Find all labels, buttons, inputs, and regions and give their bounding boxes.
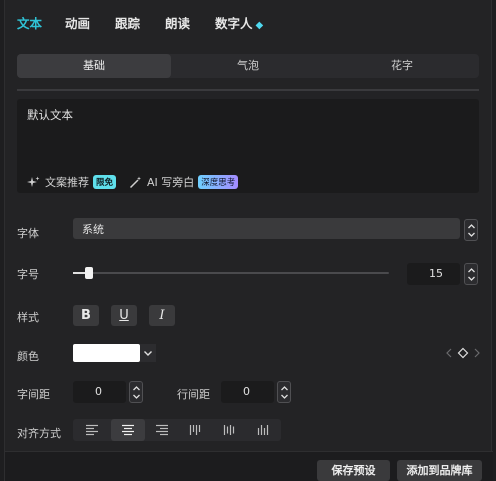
vertical-top-button[interactable] [179,419,213,441]
tab-read-aloud[interactable]: 朗读 [165,13,190,32]
magic-wand-icon [129,176,141,188]
color-label: 颜色 [17,350,39,363]
footer-bar: 保存预设 添加到品牌库 [5,451,493,481]
segment-basic[interactable]: 基础 [17,54,171,78]
tab-digital-human[interactable]: 数字人 ◆ [215,13,263,32]
vertical-top-icon [189,425,201,435]
line-spacing-stepper[interactable] [277,381,291,403]
keyframe-icon [446,347,480,359]
ai-narration-label: AI 写旁白 [147,176,195,189]
chevron-down-icon [144,351,152,356]
tab-text[interactable]: 文本 [17,13,42,32]
deep-thinking-badge: 深度思考 [198,175,239,189]
vertical-center-icon [223,425,235,435]
letter-spacing-input[interactable]: 0 [73,381,126,403]
tab-bar: 文本 动画 跟踪 朗读 数字人 ◆ [5,0,493,44]
style-segment-control: 基础 气泡 花字 [17,54,479,78]
bold-button[interactable]: B [73,305,99,326]
italic-button[interactable]: I [149,305,175,326]
font-size-stepper[interactable] [464,263,478,285]
font-value: 系统 [82,223,104,236]
divider [17,89,479,91]
up-down-chevron-icon [468,224,475,237]
font-size-label: 字号 [17,268,39,281]
tab-animation[interactable]: 动画 [65,13,90,32]
sparkle-icon [27,176,40,187]
save-preset-button[interactable]: 保存预设 [317,460,390,481]
font-size-slider-thumb[interactable] [84,267,93,279]
alignment-label: 对齐方式 [17,427,61,440]
tab-tracking[interactable]: 跟踪 [115,13,140,32]
up-down-chevron-icon [281,386,288,399]
copy-recommend-label: 文案推荐 [45,176,89,189]
color-dropdown[interactable] [140,344,156,362]
letter-spacing-value: 0 [95,385,102,398]
alignment-button-group [73,419,281,441]
free-badge: 限免 [93,175,117,189]
tab-digital-human-label: 数字人 [215,16,253,31]
font-size-slider[interactable] [73,272,389,274]
color-swatch[interactable] [73,344,140,362]
align-center-button[interactable] [111,419,145,441]
ai-narration-button[interactable]: AI 写旁白 深度思考 [129,174,239,190]
style-label: 样式 [17,311,39,324]
add-to-brand-library-button[interactable]: 添加到品牌库 [397,460,482,481]
vertical-center-button[interactable] [213,419,247,441]
diamond-icon: ◆ [255,20,264,31]
segment-fancy-text[interactable]: 花字 [325,54,479,78]
underline-button[interactable]: U [111,305,137,326]
letter-spacing-stepper[interactable] [129,381,143,403]
font-select-arrows[interactable] [464,219,478,241]
up-down-chevron-icon [468,268,475,281]
line-spacing-label: 行间距 [177,388,210,401]
text-content-value: 默认文本 [27,108,73,122]
font-size-input[interactable]: 15 [407,263,460,285]
line-spacing-input[interactable]: 0 [221,381,274,403]
segment-bubble[interactable]: 气泡 [171,54,325,78]
align-left-icon [86,424,98,436]
keyframe-control[interactable] [445,347,481,362]
align-right-icon [156,424,168,436]
vertical-bottom-button[interactable] [247,419,281,441]
align-right-button[interactable] [145,419,179,441]
vertical-bottom-icon [257,425,269,435]
font-label: 字体 [17,227,39,240]
font-select[interactable]: 系统 [73,218,460,239]
line-spacing-value: 0 [243,385,250,398]
align-center-icon [122,424,134,436]
letter-spacing-label: 字间距 [17,388,50,401]
text-properties-panel: 文本 动画 跟踪 朗读 数字人 ◆ 基础 气泡 花字 默认文本 文案推荐 限免 A… [4,0,493,481]
copy-recommend-button[interactable]: 文案推荐 限免 [27,174,117,190]
align-left-button[interactable] [75,419,109,441]
up-down-chevron-icon [133,386,140,399]
font-size-value: 15 [429,267,443,280]
